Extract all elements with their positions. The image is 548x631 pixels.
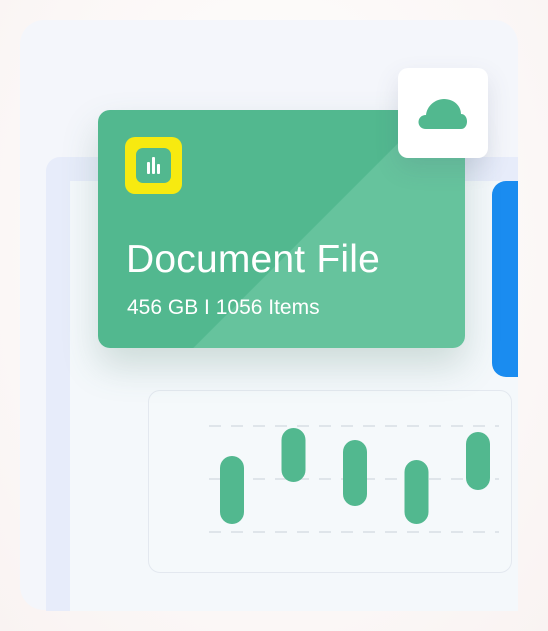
- chart-svg: [209, 425, 499, 533]
- cloud-icon: [418, 99, 467, 129]
- blue-side-panel: [492, 181, 518, 377]
- chart-bar: [343, 440, 367, 506]
- chart-bar: [466, 432, 490, 490]
- mini-chart: [148, 390, 512, 573]
- bar-chart-icon: [136, 148, 171, 183]
- cloud-button[interactable]: [398, 68, 488, 158]
- card-subtitle: 456 GB I 1056 Items: [127, 296, 320, 319]
- card-title: Document File: [126, 238, 381, 281]
- document-icon-badge: [125, 137, 182, 194]
- chart-bar: [281, 428, 306, 482]
- storage-illustration: Document File 456 GB I 1056 Items: [0, 0, 548, 631]
- chart-bar: [404, 460, 429, 524]
- chart-bar: [220, 456, 244, 524]
